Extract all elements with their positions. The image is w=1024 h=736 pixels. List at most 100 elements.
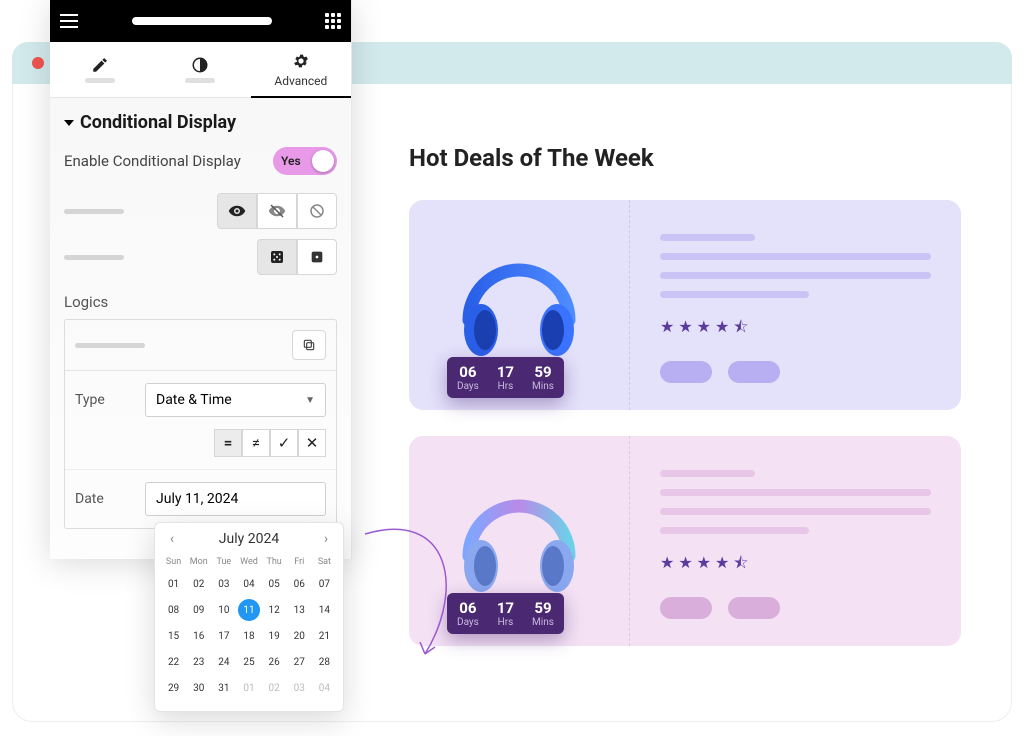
action-pill[interactable]	[660, 361, 712, 383]
cal-day[interactable]: 11	[238, 599, 260, 621]
date-label: Date	[75, 491, 135, 507]
cal-day[interactable]: 13	[288, 599, 310, 621]
toggle-knob	[312, 150, 334, 172]
cd-hrs: 17	[497, 363, 514, 381]
card-image-area: 06Days 17Hrs 59Mins	[409, 436, 629, 646]
cal-day[interactable]: 23	[188, 651, 210, 673]
chevron-down-icon: ▼	[305, 395, 315, 406]
stub-line	[75, 343, 145, 348]
pencil-icon	[91, 56, 109, 74]
cal-day[interactable]: 04	[238, 573, 260, 595]
sidebar-topbar	[50, 0, 351, 42]
contrast-icon	[191, 56, 209, 74]
urlbar-stub	[132, 17, 272, 25]
cal-day[interactable]: 27	[288, 651, 310, 673]
enable-toggle[interactable]: Yes	[273, 147, 337, 175]
type-select[interactable]: Date & Time ▼	[145, 383, 326, 417]
editor-sidebar: Advanced Conditional Display Enable Cond…	[50, 0, 352, 559]
cal-day[interactable]: 08	[163, 599, 185, 621]
cal-day[interactable]: 19	[263, 625, 285, 647]
cal-day[interactable]: 29	[163, 677, 185, 699]
cal-day[interactable]: 15	[163, 625, 185, 647]
visibility-group	[217, 193, 337, 229]
cal-dow: Wed	[236, 553, 261, 571]
cal-day[interactable]: 01	[163, 573, 185, 595]
cal-day[interactable]: 18	[238, 625, 260, 647]
cal-next-icon[interactable]: ›	[319, 531, 333, 547]
gear-icon	[292, 52, 310, 70]
cal-day[interactable]: 02	[263, 677, 285, 699]
op-check[interactable]: ✓	[270, 429, 298, 457]
operator-group: = ≠ ✓ ✕	[214, 429, 326, 457]
tab-content[interactable]	[50, 42, 150, 97]
logics-label: Logics	[64, 293, 337, 311]
cal-dow: Fri	[287, 553, 312, 571]
menu-icon[interactable]	[60, 14, 78, 28]
single-icon[interactable]	[297, 239, 337, 275]
copy-icon[interactable]	[292, 330, 326, 360]
tab-advanced[interactable]: Advanced	[251, 42, 351, 97]
grid-icon[interactable]	[257, 239, 297, 275]
cal-day[interactable]: 20	[288, 625, 310, 647]
cal-day[interactable]: 17	[213, 625, 235, 647]
stub-line	[64, 255, 124, 260]
cd-days: 06	[457, 363, 479, 381]
date-input[interactable]: July 11, 2024	[145, 482, 326, 516]
op-not-equals[interactable]: ≠	[242, 429, 270, 457]
type-label: Type	[75, 392, 135, 408]
deal-card: 06Days 17Hrs 59Mins ★ ★ ★ ★ ⯪	[409, 436, 961, 646]
action-pill[interactable]	[660, 597, 712, 619]
cal-day[interactable]: 05	[263, 573, 285, 595]
cal-day[interactable]: 12	[263, 599, 285, 621]
cal-day[interactable]: 25	[238, 651, 260, 673]
cal-day[interactable]: 28	[313, 651, 335, 673]
tab-label: Advanced	[274, 74, 327, 88]
stub-line	[64, 209, 124, 214]
card-image-area: 06Days 17Hrs 59Mins	[409, 200, 629, 410]
cal-day[interactable]: 14	[313, 599, 335, 621]
tab-style[interactable]	[150, 42, 250, 97]
page-title: Hot Deals of The Week	[409, 144, 961, 172]
cal-day[interactable]: 03	[213, 573, 235, 595]
cal-day[interactable]: 09	[188, 599, 210, 621]
apps-icon[interactable]	[325, 13, 341, 29]
section-title: Conditional Display	[80, 112, 236, 133]
action-pill[interactable]	[728, 361, 780, 383]
logic-box: Type Date & Time ▼ = ≠ ✓ ✕ Date July 11,…	[64, 319, 337, 529]
cal-dow: Thu	[262, 553, 287, 571]
cal-day[interactable]: 03	[288, 677, 310, 699]
cal-dow: Tue	[211, 553, 236, 571]
deal-card: 06Days 17Hrs 59Mins ★ ★ ★ ★ ⯪	[409, 200, 961, 410]
cal-day[interactable]: 10	[213, 599, 235, 621]
cal-dow: Mon	[186, 553, 211, 571]
action-pill[interactable]	[728, 597, 780, 619]
cal-day[interactable]: 07	[313, 573, 335, 595]
cal-day[interactable]: 21	[313, 625, 335, 647]
rating-stars: ★ ★ ★ ★ ⯪	[660, 552, 931, 579]
op-remove[interactable]: ✕	[298, 429, 326, 457]
cal-day[interactable]: 06	[288, 573, 310, 595]
cal-day[interactable]: 02	[188, 573, 210, 595]
section-head[interactable]: Conditional Display	[64, 112, 337, 133]
hide-icon[interactable]	[257, 193, 297, 229]
cal-day[interactable]: 31	[213, 677, 235, 699]
card-body: ★ ★ ★ ★ ⯪	[629, 200, 961, 410]
cal-day[interactable]: 26	[263, 651, 285, 673]
caret-icon	[64, 120, 74, 126]
cal-day[interactable]: 30	[188, 677, 210, 699]
cal-day[interactable]: 04	[313, 677, 335, 699]
cal-day[interactable]: 24	[213, 651, 235, 673]
block-icon[interactable]	[297, 193, 337, 229]
cal-day[interactable]: 01	[238, 677, 260, 699]
headphones-icon	[449, 235, 589, 375]
show-icon[interactable]	[217, 193, 257, 229]
cal-day[interactable]: 22	[163, 651, 185, 673]
cal-month: July 2024	[219, 531, 279, 547]
card-body: ★ ★ ★ ★ ⯪	[629, 436, 961, 646]
cal-prev-icon[interactable]: ‹	[165, 531, 179, 547]
countdown: 06Days 17Hrs 59Mins	[447, 593, 564, 634]
datepicker[interactable]: ‹ July 2024 › SunMonTueWedThuFriSat 0102…	[154, 522, 344, 712]
op-equals[interactable]: =	[214, 429, 242, 457]
cal-day[interactable]: 16	[188, 625, 210, 647]
toggle-label: Enable Conditional Display	[64, 152, 241, 170]
